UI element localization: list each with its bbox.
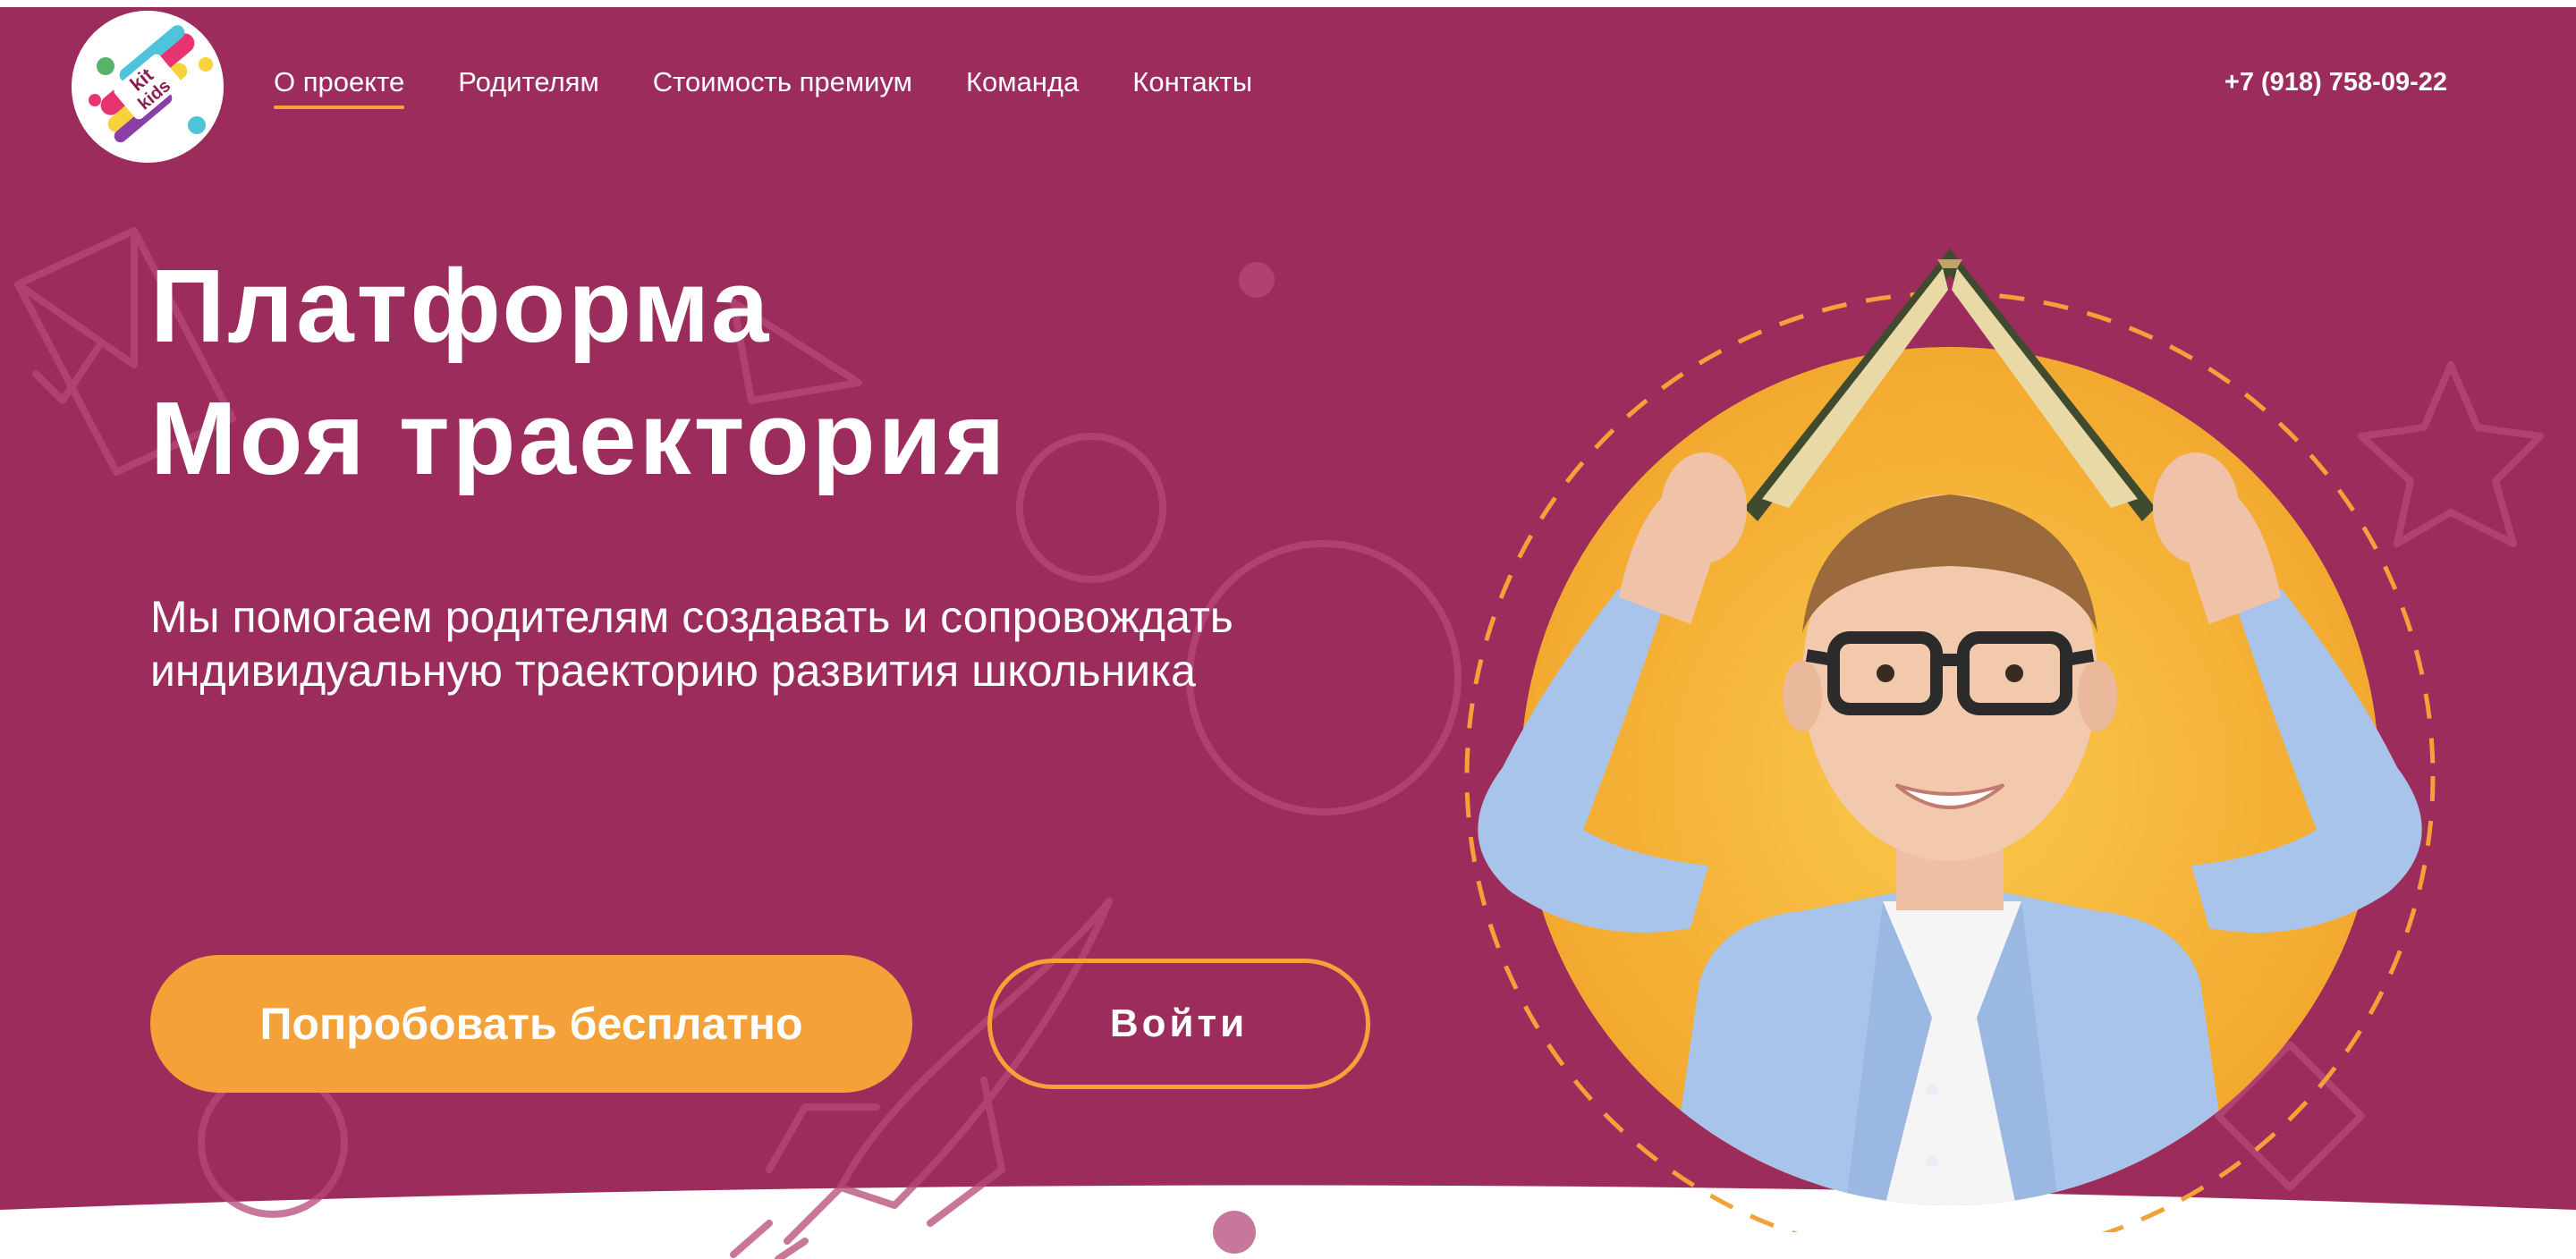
kit-kids-logo-icon: kit kids <box>72 11 224 163</box>
page: kit kids О проекте Родителям Стоимость п… <box>0 0 2576 1259</box>
page-title-line-2: Моя траектория <box>150 380 1008 496</box>
page-title-line-1: Платформа <box>150 248 772 364</box>
hero-subtitle-line-1: Мы помогаем родителям создавать и сопров… <box>150 592 1233 642</box>
login-button[interactable]: Войти <box>987 959 1370 1089</box>
hero-subtitle-line-2: индивидуальную траекторию развития школь… <box>150 646 1196 696</box>
phone-link[interactable]: +7 (918) 758-09-22 <box>2224 68 2447 97</box>
hero-subtitle: Мы помогаем родителям создавать и сопров… <box>150 590 1233 697</box>
main-nav: О проекте Родителям Стоимость премиум Ко… <box>274 66 1252 109</box>
nav-item-parents[interactable]: Родителям <box>458 66 599 98</box>
nav-item-contacts[interactable]: Контакты <box>1132 66 1252 98</box>
nav-item-about[interactable]: О проекте <box>274 66 405 109</box>
nav-item-premium-price[interactable]: Стоимость премиум <box>653 66 912 98</box>
hero-section: kit kids О проекте Родителям Стоимость п… <box>0 7 2576 1259</box>
boy-with-book-photo <box>1464 249 2436 1232</box>
kit-kids-logo[interactable]: kit kids <box>72 11 224 163</box>
try-free-button[interactable]: Попробовать бесплатно <box>150 955 912 1093</box>
page-title: Платформа Моя траектория <box>150 240 1008 504</box>
nav-item-team[interactable]: Команда <box>966 66 1079 98</box>
